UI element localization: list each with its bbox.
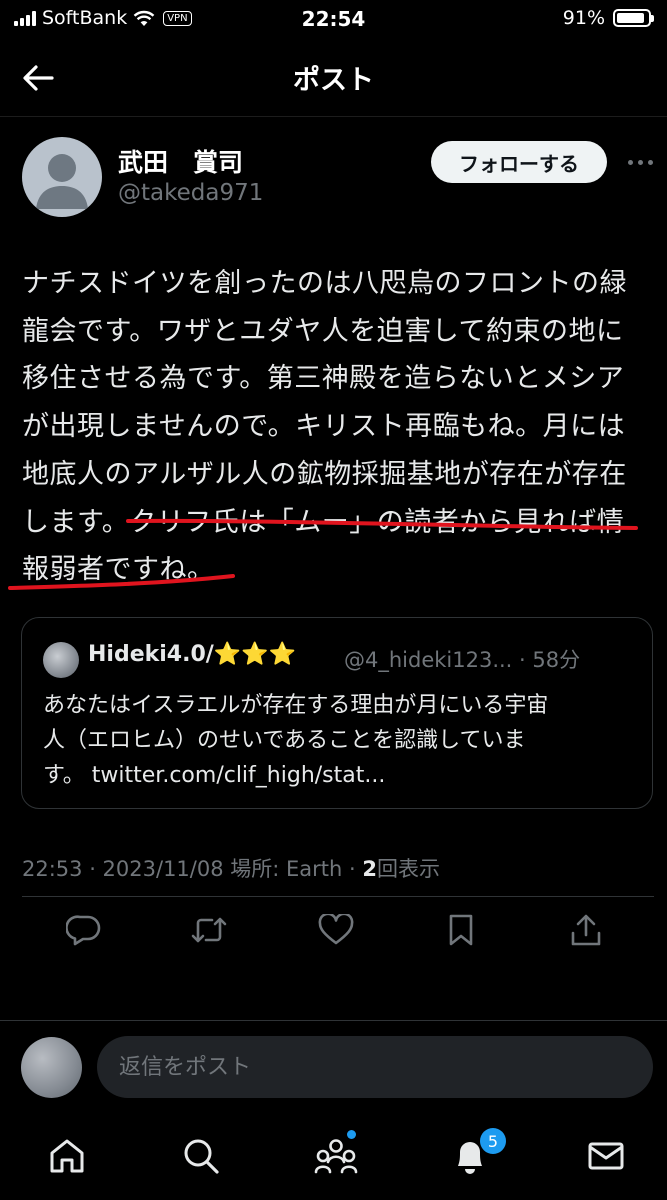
quoted-post[interactable]: Hideki4.0/⭐⭐⭐ @4_hideki123... · 58分 あなたは… [21,617,653,809]
quote-line: 人（エロヒム）のせいであることを認識していま [43,728,526,753]
tab-search[interactable] [175,1130,227,1182]
tweet-line: 地底人のアルザル人の鉱物採掘基地が存在が存在 [22,458,627,490]
communities-dot [347,1130,356,1139]
view-count[interactable]: 2 [362,857,377,881]
reply-icon [66,915,101,946]
follow-button[interactable]: フォローする [431,141,607,183]
status-bar: SoftBank VPN 22:54 91% [0,0,667,38]
tweet-line: 報弱者ですね。 [22,554,215,586]
tweet-line: が出現しませんので。キリスト再臨もね。月には [22,411,626,443]
more-options-icon[interactable] [620,150,660,174]
actions-divider [0,1020,667,1021]
author-handle[interactable]: @takeda971 [118,180,263,206]
like-icon [318,914,354,945]
tweet-line: 移住させる為です。第三神殿を造らないとメシア [22,363,625,395]
back-button[interactable] [16,56,60,100]
quote-avatar [43,642,79,678]
battery-icon [613,9,654,27]
default-avatar-icon [36,154,88,209]
tweet-line: ナチスドイツを創ったのは八咫烏のフロントの緑 [22,268,627,299]
battery-percent: 91% [562,7,605,29]
quote-text: あなたはイスラエルが存在する理由が月にいる宇宙 人（エロヒム）のせいであることを… [43,688,643,793]
tweet-text: ナチスドイツを創ったのは八咫烏のフロントの緑 龍会です。ワザとユダヤ人を迫害して… [22,260,652,594]
reply-input[interactable] [97,1036,653,1098]
meta-divider [22,896,654,897]
messages-icon [588,1142,624,1170]
quote-author-name: Hideki4.0/⭐⭐⭐ [88,642,296,667]
retweet-icon [191,917,227,943]
vpn-badge: VPN [163,10,192,26]
tweet-line: 龍会です。ワザとユダヤ人を迫害して約束の地に [22,315,624,347]
view-label: 回表示 [376,857,440,881]
like-button[interactable] [314,908,358,952]
share-button[interactable] [564,908,608,952]
post-meta: 22:53 · 2023/11/08 場所: Earth · 2回表示 [22,853,440,883]
search-icon [184,1139,219,1174]
tab-messages[interactable] [580,1130,632,1182]
status-left: SoftBank VPN [14,7,192,29]
notification-badge: 5 [480,1128,506,1154]
home-icon [50,1139,84,1173]
post-timestamp: 22:53 · 2023/11/08 場所: Earth · [22,857,363,881]
communities-icon [314,1139,358,1174]
quote-line: す。 twitter.com/clif_high/stat... [43,763,386,788]
retweet-button[interactable] [187,908,231,952]
header-divider [0,116,667,117]
tweet-line: します。クリフ氏は「ムー」の読者から見れば情 [22,506,625,538]
bookmark-button[interactable] [439,908,483,952]
quote-line: あなたはイスラエルが存在する理由が月にいる宇宙 [43,693,549,718]
quote-author-handle: @4_hideki123... · 58分 [344,648,581,672]
my-avatar[interactable] [21,1037,82,1098]
status-right: 91% [562,7,654,29]
bookmark-icon [449,914,473,946]
arrow-left-icon [23,65,54,91]
tab-home[interactable] [41,1130,93,1182]
wifi-icon [133,10,155,26]
author-avatar[interactable] [22,137,102,217]
author-name[interactable]: 武田 賞司 [118,143,243,179]
carrier-label: SoftBank [42,7,128,29]
page-title: ポスト [293,65,374,96]
reply-button[interactable] [62,908,106,952]
battery-level [617,13,645,23]
signal-icon [14,10,36,26]
share-icon [571,914,601,946]
nav-header: ポスト [0,38,667,116]
